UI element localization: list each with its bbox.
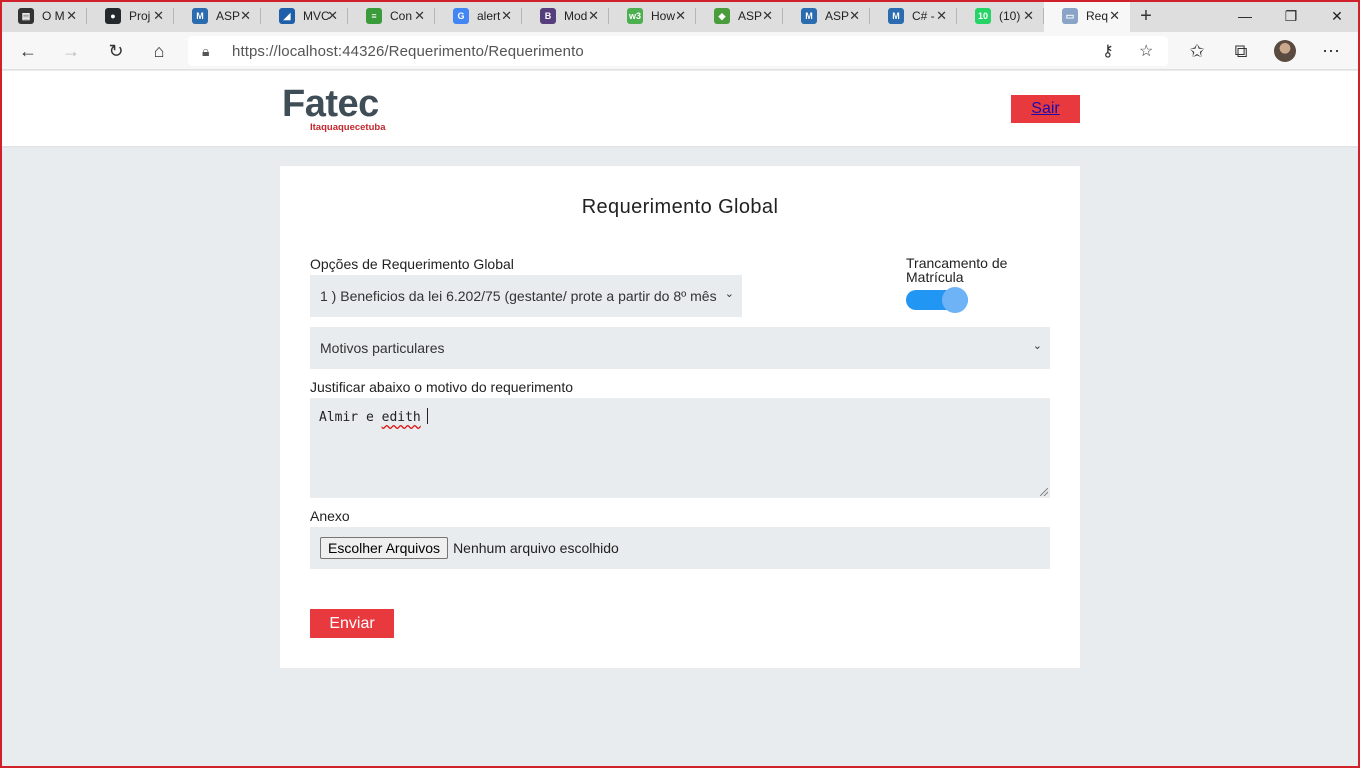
logout-button[interactable]: Sair (1011, 95, 1080, 123)
submit-button[interactable]: Enviar (310, 609, 394, 638)
resize-handle-icon[interactable] (1040, 488, 1048, 496)
site-header: Fatec Itaquaquecetuba Sair (2, 71, 1358, 146)
macoratti-icon: M (888, 8, 904, 24)
choose-files-button[interactable]: Escolher Arquivos (320, 537, 449, 559)
browser-tab[interactable]: M C# - ✕ (870, 0, 957, 32)
google-icon: G (453, 8, 469, 24)
trancamento-toggle[interactable] (906, 287, 968, 313)
whatsapp-icon: 10 (975, 8, 991, 24)
browser-tab[interactable]: M ASP ✕ (174, 0, 261, 32)
favorites-list-icon[interactable]: ✩ (1182, 36, 1212, 66)
close-tab-icon[interactable]: ✕ (414, 8, 425, 24)
chevron-down-icon: ⌄ (724, 288, 734, 300)
browser-tab[interactable]: B Mod ✕ (522, 0, 609, 32)
github-icon: ● (105, 8, 121, 24)
toggle-label: Trancamento de Matrícula (906, 255, 1008, 285)
forward-icon[interactable]: → (56, 36, 86, 66)
options-select[interactable]: 1 ) Beneficios da lei 6.202/75 (gestante… (310, 275, 742, 317)
aspnet-icon: ◆ (714, 8, 730, 24)
close-tab-icon[interactable]: ✕ (1023, 8, 1034, 24)
browser-toolbar: ← → ↻ ⌂ 🔒︎ https://localhost:44326/Reque… (0, 32, 1360, 70)
close-tab-icon[interactable]: ✕ (240, 8, 251, 24)
logo-subtitle: Itaquaquecetuba (310, 122, 386, 133)
profile-avatar[interactable] (1274, 40, 1296, 62)
fatec-logo: Fatec Itaquaquecetuba (282, 83, 398, 133)
browser-tab[interactable]: ≡ Con ✕ (348, 0, 435, 32)
reason-select[interactable]: Motivos particulares ⌄ (310, 327, 1050, 369)
document-icon: ▭ (1062, 8, 1078, 24)
address-bar[interactable]: 🔒︎ https://localhost:44326/Requerimento/… (188, 36, 1168, 66)
bootstrap-icon: B (540, 8, 556, 24)
justify-label: Justificar abaixo o motivo do requerimen… (310, 379, 574, 395)
close-tab-icon[interactable]: ✕ (849, 8, 860, 24)
justify-textarea[interactable]: Almir e edith (310, 398, 1050, 498)
browser-tab-strip: ▤ O M ✕ ● Proj ✕ M ASP ✕ ◢ MVC ✕ ≡ Con ✕ Galert ✕ B Mod ✕ w3… (0, 0, 1360, 32)
arrow-logo-icon: ◢ (279, 8, 295, 24)
close-tab-icon[interactable]: ✕ (153, 8, 164, 24)
close-tab-icon[interactable]: ✕ (762, 8, 773, 24)
browser-tab[interactable]: ◢ MVC ✕ (261, 0, 348, 32)
browser-tab[interactable]: ▭ Req ✕ (1044, 0, 1130, 32)
close-tab-icon[interactable]: ✕ (675, 8, 686, 24)
w3schools-icon: w3 (627, 8, 643, 24)
options-selected-text: 1 ) Beneficios da lei 6.202/75 (gestante… (320, 288, 717, 304)
justify-text: Almir e (319, 410, 382, 425)
browser-tab[interactable]: Galert ✕ (435, 0, 522, 32)
more-menu-icon[interactable]: ⋯ (1316, 36, 1346, 66)
browser-tab[interactable]: ▤ O M ✕ (0, 0, 87, 32)
close-tab-icon[interactable]: ✕ (501, 8, 512, 24)
key-icon[interactable]: ⚷ (1102, 41, 1114, 61)
reason-selected-text: Motivos particulares (320, 340, 445, 356)
refresh-icon[interactable]: ↻ (101, 36, 131, 66)
attachment-label: Anexo (310, 508, 350, 524)
file-status-text: Nenhum arquivo escolhido (453, 540, 619, 556)
browser-tab[interactable]: w3 How ✕ (609, 0, 696, 32)
browser-tab[interactable]: M ASP ✕ (783, 0, 870, 32)
browser-tab[interactable]: 10 (10) ✕ (957, 0, 1044, 32)
home-icon[interactable]: ⌂ (144, 36, 174, 66)
back-icon[interactable]: ← (13, 36, 43, 66)
spellcheck-word: edith (381, 410, 421, 425)
options-label: Opções de Requerimento Global (310, 256, 514, 272)
logo-text: Fatec (282, 83, 379, 125)
macoratti-icon: M (192, 8, 208, 24)
close-tab-icon[interactable]: ✕ (588, 8, 599, 24)
toggle-knob (942, 287, 968, 313)
page-title: Requerimento Global (581, 196, 779, 218)
new-tab-button[interactable]: + (1130, 0, 1162, 32)
url-text[interactable]: https://localhost:44326/Requerimento/Req… (232, 43, 584, 60)
macoratti-icon: M (801, 8, 817, 24)
lock-icon[interactable]: 🔒︎ (202, 43, 209, 60)
minimize-button[interactable]: — (1222, 0, 1268, 32)
stackoverflow-icon: ≡ (366, 8, 382, 24)
file-input[interactable]: Escolher Arquivos Nenhum arquivo escolhi… (310, 527, 1050, 569)
close-tab-icon[interactable]: ✕ (1109, 8, 1120, 24)
close-tab-icon[interactable]: ✕ (936, 8, 947, 24)
favorite-star-icon[interactable]: ☆ (1139, 41, 1153, 61)
tab-list: ▤ O M ✕ ● Proj ✕ M ASP ✕ ◢ MVC ✕ ≡ Con ✕ Galert ✕ B Mod ✕ w3… (0, 0, 1130, 32)
browser-tab[interactable]: ◆ ASP ✕ (696, 0, 783, 32)
page-icon: ▤ (18, 8, 34, 24)
restore-button[interactable]: ❐ (1268, 0, 1314, 32)
close-window-button[interactable]: ✕ (1314, 0, 1360, 32)
chevron-down-icon: ⌄ (1032, 340, 1042, 352)
browser-tab[interactable]: ● Proj ✕ (87, 0, 174, 32)
requirement-form-card: Requerimento Global Opções de Requerimen… (280, 166, 1080, 668)
collections-icon[interactable]: ⧉ (1226, 36, 1256, 66)
close-tab-icon[interactable]: ✕ (327, 8, 338, 24)
close-tab-icon[interactable]: ✕ (66, 8, 77, 24)
text-caret (426, 408, 428, 424)
